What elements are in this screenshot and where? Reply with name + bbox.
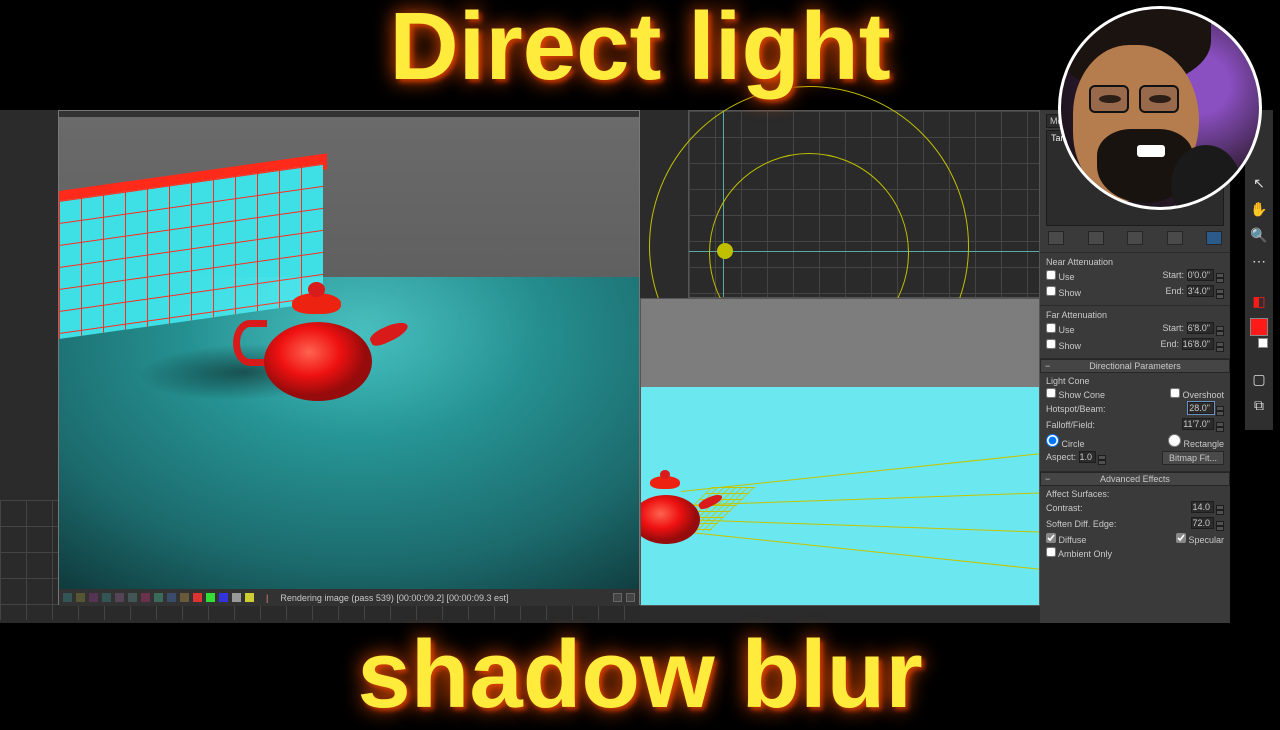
viewport-perspective[interactable] (640, 298, 1040, 606)
render-status-bar: | Rendering image (pass 539) [00:00:09.2… (59, 589, 639, 606)
ambient-only-checkbox[interactable] (1046, 547, 1056, 557)
arrow-tool-icon[interactable]: ↖ (1250, 174, 1268, 192)
far-atten-use-checkbox[interactable] (1046, 323, 1056, 333)
directional-parameters-rollout: Directional Parameters Light Cone Show C… (1040, 358, 1230, 471)
far-atten-title: Far Attenuation (1046, 310, 1224, 320)
near-atten-use-checkbox[interactable] (1046, 270, 1056, 280)
render-output (59, 117, 639, 589)
overlay-title-bottom: shadow blur (0, 620, 1280, 730)
zoom-tool-icon[interactable]: 🔍 (1250, 226, 1268, 244)
far-attenuation-group: Far Attenuation Use Start: 6'8.0" Show E… (1040, 305, 1230, 358)
near-atten-end-spinner[interactable]: 3'4.0" (1187, 285, 1214, 297)
quickmask-icon[interactable]: ▢ (1250, 370, 1268, 388)
pin-stack-icon[interactable] (1048, 231, 1064, 245)
show-cone-checkbox[interactable] (1046, 388, 1056, 398)
far-atten-start-spinner[interactable]: 6'8.0" (1187, 322, 1214, 334)
near-atten-show-checkbox[interactable] (1046, 286, 1056, 296)
hand-tool-icon[interactable]: ✋ (1250, 200, 1268, 218)
overshoot-checkbox[interactable] (1170, 388, 1180, 398)
falloff-field-spinner[interactable]: 11'7.0" (1182, 418, 1214, 430)
show-end-result-icon[interactable] (1088, 231, 1104, 245)
near-atten-title: Near Attenuation (1046, 257, 1224, 267)
more-tools-icon[interactable]: ⋯ (1250, 252, 1268, 270)
color-tool-a-icon[interactable]: ◧ (1250, 292, 1268, 310)
advanced-effects-rollout: Advanced Effects Affect Surfaces: Contra… (1040, 471, 1230, 565)
configure-sets-icon[interactable] (1206, 231, 1222, 245)
cone-circle-radio[interactable] (1046, 434, 1059, 447)
bitmap-fit-button[interactable]: Bitmap Fit... (1162, 451, 1224, 465)
render-window[interactable]: | Rendering image (pass 539) [00:00:09.2… (58, 110, 640, 605)
near-attenuation-group: Near Attenuation Use Start: 0'0.0" Show … (1040, 252, 1230, 305)
near-atten-start-spinner[interactable]: 0'0.0" (1187, 269, 1214, 281)
render-status-text: Rendering image (pass 539) [00:00:09.2] … (280, 593, 508, 603)
soften-edge-spinner[interactable]: 72.0 (1191, 517, 1214, 529)
advanced-rollout-header[interactable]: Advanced Effects (1040, 472, 1230, 486)
affect-diffuse-checkbox[interactable] (1046, 533, 1056, 543)
rendered-teapot (247, 297, 389, 401)
background-swatch[interactable] (1258, 338, 1268, 348)
cone-rectangle-radio[interactable] (1168, 434, 1181, 447)
directional-rollout-header[interactable]: Directional Parameters (1040, 359, 1230, 373)
scene-object-teapot (640, 479, 711, 544)
far-atten-show-checkbox[interactable] (1046, 339, 1056, 349)
right-toolbar: ↖ ✋ 🔍 ⋯ ◧ ▢ ⧉ (1245, 110, 1273, 430)
foreground-swatch[interactable] (1250, 318, 1268, 336)
far-atten-end-spinner[interactable]: 16'8.0" (1182, 338, 1214, 350)
screenmode-icon[interactable]: ⧉ (1250, 396, 1268, 414)
app-3d-software: | Rendering image (pass 539) [00:00:09.2… (0, 110, 1040, 623)
aspect-spinner[interactable]: 1.0 (1079, 451, 1097, 463)
presenter-avatar (1058, 6, 1262, 210)
remove-modifier-icon[interactable] (1167, 231, 1183, 245)
make-unique-icon[interactable] (1127, 231, 1143, 245)
viewport-top[interactable] (688, 110, 1040, 298)
affect-specular-checkbox[interactable] (1176, 533, 1186, 543)
hotspot-beam-spinner[interactable]: 28.0" (1188, 402, 1214, 414)
contrast-spinner[interactable]: 14.0 (1191, 501, 1214, 513)
